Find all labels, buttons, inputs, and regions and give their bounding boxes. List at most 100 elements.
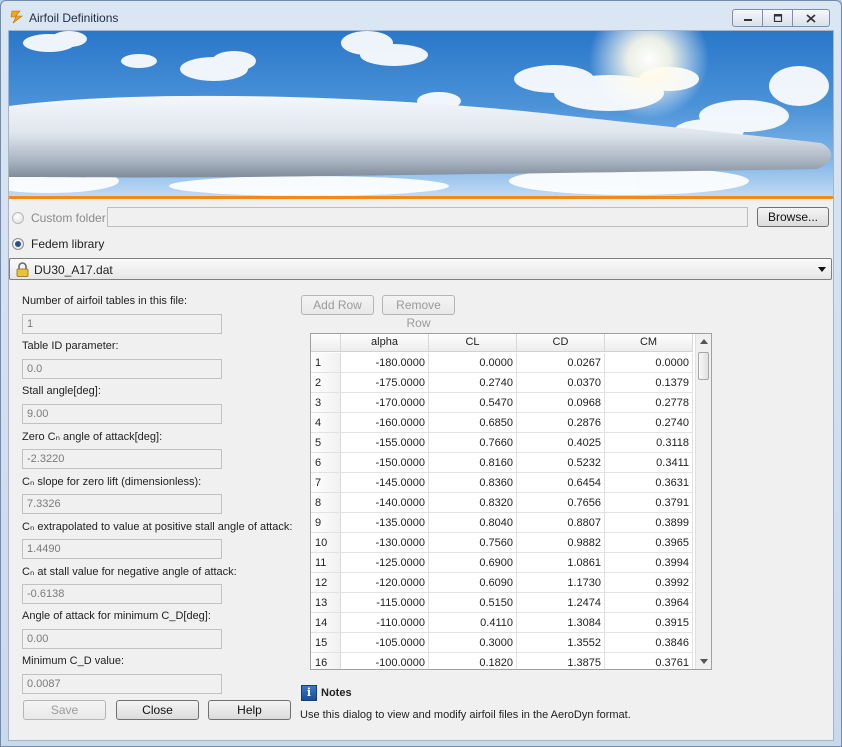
column-header-cl[interactable]: CL [429, 334, 517, 351]
alpha-cell[interactable]: -180.0000 [341, 353, 429, 372]
cd-cell[interactable]: 1.3552 [517, 633, 605, 652]
param-field-0[interactable]: 1 [22, 314, 222, 334]
cm-cell[interactable]: 0.3631 [605, 473, 693, 492]
cm-cell[interactable]: 0.3846 [605, 633, 693, 652]
row-number-cell[interactable]: 15 [311, 633, 341, 652]
alpha-cell[interactable]: -115.0000 [341, 593, 429, 612]
row-number-cell[interactable]: 1 [311, 353, 341, 372]
alpha-cell[interactable]: -160.0000 [341, 413, 429, 432]
cl-cell[interactable]: 0.8320 [429, 493, 517, 512]
alpha-cell[interactable]: -170.0000 [341, 393, 429, 412]
cd-cell[interactable]: 0.0267 [517, 353, 605, 372]
table-row[interactable]: 7 -145.0000 0.8360 0.6454 0.3631 [311, 473, 693, 493]
alpha-cell[interactable]: -120.0000 [341, 573, 429, 592]
cm-cell[interactable]: 0.3994 [605, 553, 693, 572]
cl-cell[interactable]: 0.6900 [429, 553, 517, 572]
param-field-1[interactable]: 0.0 [22, 359, 222, 379]
cd-cell[interactable]: 0.0370 [517, 373, 605, 392]
column-header-alpha[interactable]: alpha [341, 334, 429, 351]
row-number-cell[interactable]: 3 [311, 393, 341, 412]
cl-cell[interactable]: 0.2740 [429, 373, 517, 392]
table-row[interactable]: 6 -150.0000 0.8160 0.5232 0.3411 [311, 453, 693, 473]
cm-cell[interactable]: 0.3761 [605, 653, 693, 669]
column-header-cm[interactable]: CM [605, 334, 693, 351]
close-button[interactable]: Close [116, 700, 199, 720]
add-row-button[interactable]: Add Row [301, 295, 374, 315]
close-window-button[interactable] [792, 9, 830, 27]
row-number-cell[interactable]: 5 [311, 433, 341, 452]
param-field-8[interactable]: 0.0087 [22, 674, 222, 694]
table-row[interactable]: 14 -110.0000 0.4110 1.3084 0.3915 [311, 613, 693, 633]
cd-cell[interactable]: 0.7656 [517, 493, 605, 512]
alpha-cell[interactable]: -135.0000 [341, 513, 429, 532]
row-number-cell[interactable]: 12 [311, 573, 341, 592]
cm-cell[interactable]: 0.2778 [605, 393, 693, 412]
cd-cell[interactable]: 1.3084 [517, 613, 605, 632]
param-field-4[interactable]: 7.3326 [22, 494, 222, 514]
cl-cell[interactable]: 0.7560 [429, 533, 517, 552]
cm-cell[interactable]: 0.3992 [605, 573, 693, 592]
row-number-cell[interactable]: 10 [311, 533, 341, 552]
airfoil-data-table[interactable]: alpha CL CD CM 1 -180.0000 0.0000 0.0267 0.0… [310, 333, 712, 670]
title-bar[interactable]: Airfoil Definitions [1, 1, 841, 31]
cd-cell[interactable]: 0.2876 [517, 413, 605, 432]
cd-cell[interactable]: 0.8807 [517, 513, 605, 532]
cm-cell[interactable]: 0.3915 [605, 613, 693, 632]
cl-cell[interactable]: 0.0000 [429, 353, 517, 372]
browse-button[interactable]: Browse... [757, 207, 829, 227]
table-row[interactable]: 1 -180.0000 0.0000 0.0267 0.0000 [311, 353, 693, 373]
airfoil-file-dropdown[interactable]: DU30_A17.dat [9, 258, 832, 280]
row-number-cell[interactable]: 16 [311, 653, 341, 669]
table-row[interactable]: 5 -155.0000 0.7660 0.4025 0.3118 [311, 433, 693, 453]
cm-cell[interactable]: 0.3965 [605, 533, 693, 552]
alpha-cell[interactable]: -100.0000 [341, 653, 429, 669]
column-header-cd[interactable]: CD [517, 334, 605, 351]
table-row[interactable]: 11 -125.0000 0.6900 1.0861 0.3994 [311, 553, 693, 573]
cd-cell[interactable]: 0.9882 [517, 533, 605, 552]
alpha-cell[interactable]: -105.0000 [341, 633, 429, 652]
cm-cell[interactable]: 0.1379 [605, 373, 693, 392]
fedem-library-option[interactable]: Fedem library [12, 237, 104, 251]
cd-cell[interactable]: 0.5232 [517, 453, 605, 472]
row-number-cell[interactable]: 6 [311, 453, 341, 472]
cd-cell[interactable]: 1.3875 [517, 653, 605, 669]
alpha-cell[interactable]: -110.0000 [341, 613, 429, 632]
cl-cell[interactable]: 0.8360 [429, 473, 517, 492]
cl-cell[interactable]: 0.7660 [429, 433, 517, 452]
cm-cell[interactable]: 0.3411 [605, 453, 693, 472]
table-row[interactable]: 15 -105.0000 0.3000 1.3552 0.3846 [311, 633, 693, 653]
table-row[interactable]: 4 -160.0000 0.6850 0.2876 0.2740 [311, 413, 693, 433]
cl-cell[interactable]: 0.1820 [429, 653, 517, 669]
fedem-library-radio[interactable] [12, 238, 24, 250]
corner-header-cell[interactable] [311, 334, 341, 351]
table-vertical-scrollbar[interactable] [695, 334, 711, 669]
scroll-up-arrow-icon[interactable] [700, 339, 708, 344]
alpha-cell[interactable]: -175.0000 [341, 373, 429, 392]
row-number-cell[interactable]: 2 [311, 373, 341, 392]
table-row[interactable]: 10 -130.0000 0.7560 0.9882 0.3965 [311, 533, 693, 553]
row-number-cell[interactable]: 7 [311, 473, 341, 492]
cm-cell[interactable]: 0.3791 [605, 493, 693, 512]
table-row[interactable]: 12 -120.0000 0.6090 1.1730 0.3992 [311, 573, 693, 593]
cl-cell[interactable]: 0.4110 [429, 613, 517, 632]
cm-cell[interactable]: 0.3118 [605, 433, 693, 452]
cl-cell[interactable]: 0.8160 [429, 453, 517, 472]
save-button[interactable]: Save [23, 700, 106, 720]
row-number-cell[interactable]: 4 [311, 413, 341, 432]
alpha-cell[interactable]: -155.0000 [341, 433, 429, 452]
alpha-cell[interactable]: -150.0000 [341, 453, 429, 472]
alpha-cell[interactable]: -125.0000 [341, 553, 429, 572]
cl-cell[interactable]: 0.3000 [429, 633, 517, 652]
scroll-down-arrow-icon[interactable] [700, 659, 708, 664]
custom-folder-path-field[interactable] [107, 207, 748, 227]
help-button[interactable]: Help [208, 700, 291, 720]
maximize-button[interactable] [762, 9, 793, 27]
cm-cell[interactable]: 0.0000 [605, 353, 693, 372]
param-field-2[interactable]: 9.00 [22, 404, 222, 424]
cd-cell[interactable]: 1.0861 [517, 553, 605, 572]
cd-cell[interactable]: 0.6454 [517, 473, 605, 492]
param-field-6[interactable]: -0.6138 [22, 584, 222, 604]
remove-row-button[interactable]: Remove Row [382, 295, 455, 330]
cl-cell[interactable]: 0.5150 [429, 593, 517, 612]
scrollbar-thumb[interactable] [698, 352, 709, 380]
